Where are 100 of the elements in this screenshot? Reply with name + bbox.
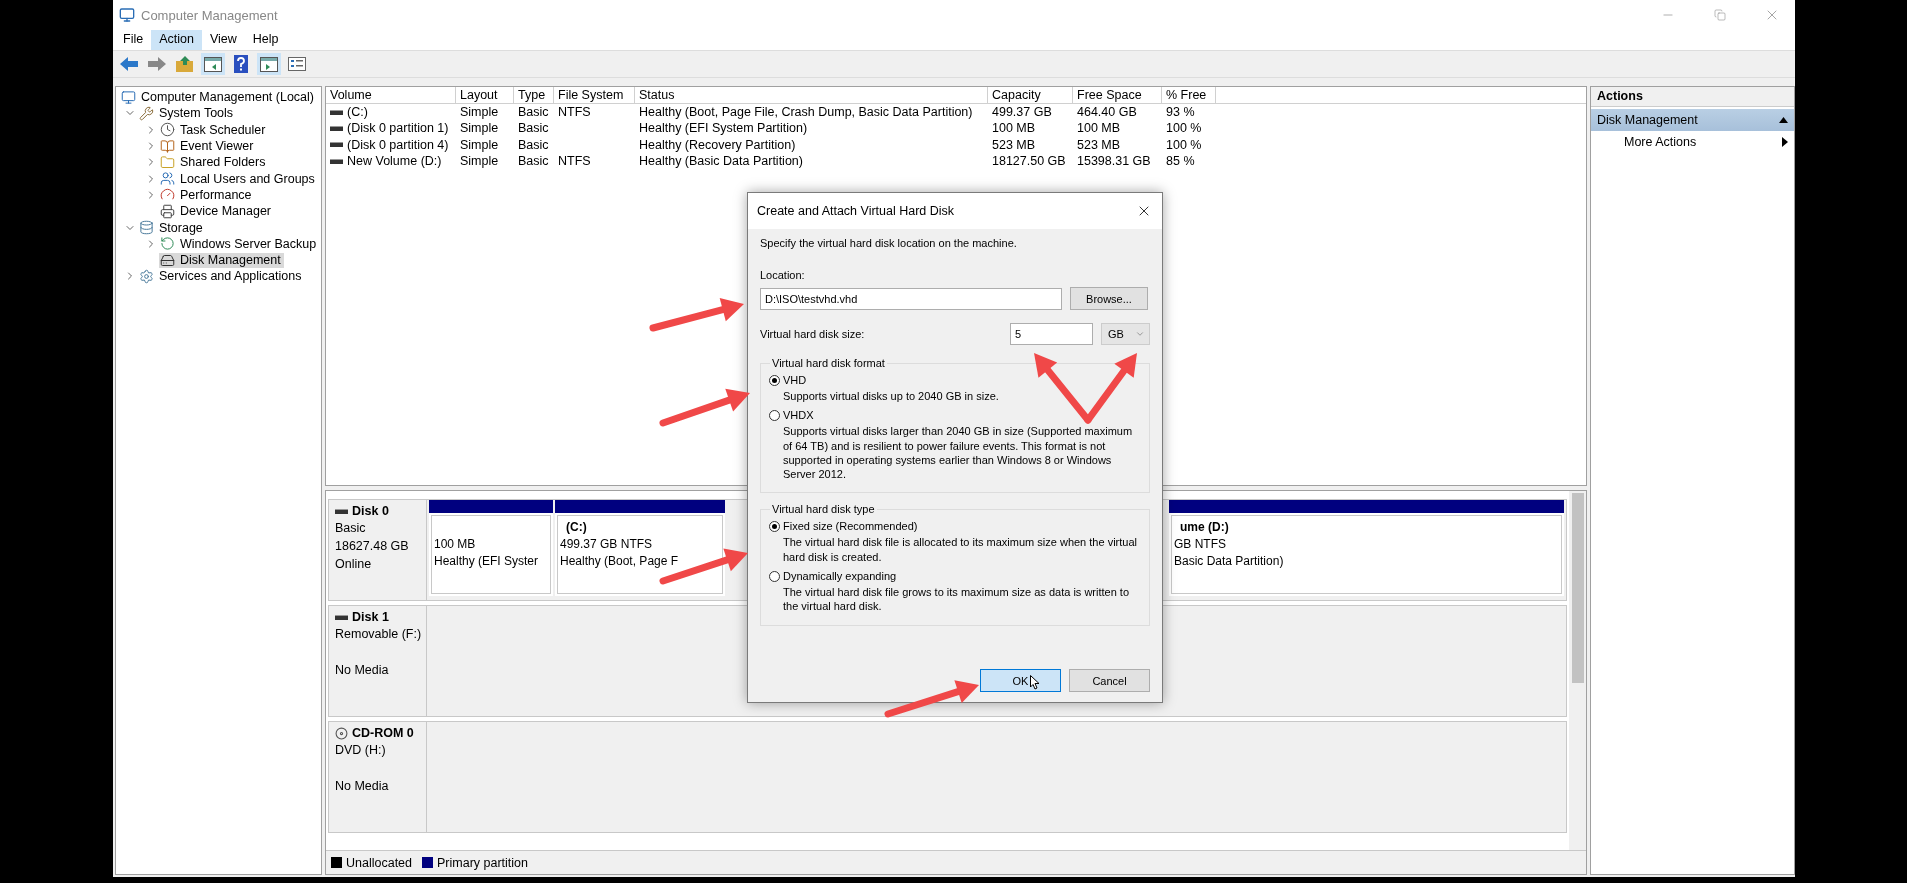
partition-text: GB NTFS [1174, 537, 1227, 552]
partition-block[interactable]: (C:) 499.37 GB NTFS Healthy (Boot, Page F [555, 500, 725, 596]
settings-icon [139, 268, 154, 284]
option-description: The virtual hard disk file grows to its maximum size as data is written to the virtual hard disk. [782, 585, 1130, 614]
tree-item[interactable]: Device Manager [159, 203, 274, 219]
dialog-title: Create and Attach Virtual Hard Disk [757, 204, 955, 218]
partition-title: (C:) [565, 520, 588, 535]
column-header[interactable]: Type [514, 87, 554, 104]
legend-item: Primary partition [422, 855, 528, 870]
printer-icon [160, 203, 175, 219]
tree-item[interactable]: Local Users and Groups [159, 171, 318, 187]
radio-option[interactable]: Fixed size (Recommended) [769, 520, 1141, 533]
app-icon [119, 7, 135, 23]
table-cell-text: 93 % [1165, 104, 1196, 121]
book-icon [160, 138, 175, 154]
partition-text: Healthy (EFI Syster [434, 554, 540, 569]
back-arrow-icon [120, 57, 138, 71]
table-cell-text: Simple [459, 104, 500, 121]
forward-arrow-icon [148, 57, 166, 71]
table-cell-text: 464.40 GB [1076, 104, 1138, 121]
restore-icon[interactable] [1714, 9, 1726, 21]
table-cell-text: Simple [459, 136, 500, 153]
column-header[interactable]: Capacity [988, 87, 1073, 104]
caret-icon [1135, 329, 1145, 339]
collapse-triangle-icon [1779, 117, 1788, 123]
partition-title: ume (D:) [1179, 520, 1230, 535]
tree-item[interactable]: Task Scheduler [159, 122, 269, 138]
drive-icon [330, 158, 343, 164]
radio-button[interactable] [769, 409, 780, 421]
location-label: Location: [760, 269, 806, 281]
tree-item[interactable]: Event Viewer [159, 138, 257, 154]
table-cell-text: NTFS [557, 153, 592, 170]
radio-option[interactable]: VHD [769, 374, 1141, 386]
disk-name: Disk 1 [335, 610, 420, 624]
toolbar-button[interactable] [257, 53, 281, 75]
mouse-pointer-icon [1029, 675, 1040, 690]
column-header[interactable]: Free Space [1073, 87, 1162, 104]
partition-block[interactable]: 100 MB Healthy (EFI Syster [429, 500, 553, 596]
tree-item[interactable]: Disk Management [159, 252, 284, 268]
size-field[interactable]: 5 [1010, 323, 1093, 345]
menu-item[interactable]: File [115, 30, 152, 50]
location-field[interactable]: D:\ISO\testvhd.vhd [760, 287, 1062, 310]
monitor-icon [121, 89, 136, 105]
menu-item[interactable]: Help [244, 30, 287, 50]
unit-dropdown[interactable]: GB [1101, 323, 1150, 345]
column-header[interactable]: Status [635, 87, 988, 104]
table-cell-text: Simple [459, 153, 500, 170]
action-item[interactable]: More Actions [1591, 131, 1794, 153]
partition-text: 100 MB [434, 537, 477, 552]
drive-icon [335, 508, 348, 514]
menu-item[interactable]: View [201, 30, 245, 50]
option-description: Supports virtual disks larger than 2040 GB in size (Supported maximum of 64 TB) and is resilient to power failure events. This format is not supported in operating systems earlier than Windows 8 or Windows Server 2012. [782, 424, 1134, 482]
table-cell-text: Basic [517, 104, 550, 121]
menu-item[interactable]: Action [151, 30, 202, 50]
table-cell-text: 18127.50 GB [991, 153, 1067, 170]
radio-option[interactable]: Dynamically expanding [769, 570, 1141, 583]
actions-header: Actions [1591, 87, 1794, 107]
tree-item[interactable]: System Tools [138, 105, 237, 121]
dialog-button[interactable]: Cancel [1069, 669, 1150, 692]
help-icon [234, 55, 248, 73]
tree-item[interactable]: Computer Management (Local) [120, 89, 317, 105]
disk-name: CD-ROM 0 [335, 726, 420, 740]
tree-item[interactable]: Storage [138, 220, 206, 235]
table-cell-text: 523 MB [991, 136, 1037, 153]
radio-button[interactable] [769, 570, 780, 582]
disk-status: No Media [335, 779, 390, 794]
table-cell-text: Basic [517, 120, 550, 137]
partition-block[interactable]: ume (D:) GB NTFS Basic Data Partition) [1169, 500, 1564, 596]
radio-button[interactable] [769, 374, 780, 386]
radio-option[interactable]: VHDX [769, 409, 1141, 422]
partition-text: Basic Data Partition) [1174, 554, 1285, 569]
column-header[interactable]: Layout [456, 87, 514, 104]
size-label: Virtual hard disk size: [760, 328, 866, 340]
disk-type: Basic [335, 521, 367, 536]
disk-type: DVD (H:) [335, 743, 387, 758]
tree-item[interactable]: Windows Server Backup [159, 236, 320, 252]
column-header[interactable]: Volume [326, 87, 456, 104]
browse-button[interactable]: Browse... [1070, 287, 1148, 310]
table-cell-text: 100 % [1165, 120, 1203, 137]
tree-item[interactable]: Performance [159, 187, 255, 203]
partition-text: Healthy (Boot, Page F [560, 554, 680, 569]
radio-button[interactable] [769, 521, 780, 532]
table-cell-text: Healthy (EFI System Partition) [638, 120, 809, 137]
table-cell-text: Basic [517, 136, 550, 153]
table-cell-text: 85 % [1165, 153, 1196, 170]
dialog-button[interactable]: OK [980, 669, 1061, 692]
group-title: Virtual hard disk format [770, 357, 887, 369]
scrollbar[interactable] [1569, 491, 1586, 850]
tree-item[interactable]: Shared Folders [159, 154, 269, 170]
tree-item[interactable]: Services and Applications [138, 268, 305, 284]
disk-name: Disk 0 [335, 504, 420, 518]
toolbar-button[interactable] [201, 53, 225, 75]
column-header[interactable]: File System [554, 87, 635, 104]
table-cell-text: NTFS [557, 104, 592, 121]
instruction-text: Specify the virtual hard disk location on the machine. [760, 237, 1018, 249]
legend-item: Unallocated [331, 855, 412, 870]
actions-section[interactable]: Disk Management [1591, 109, 1794, 131]
table-cell-text: 15398.31 GB [1076, 153, 1152, 170]
column-header[interactable]: % Free [1162, 87, 1216, 104]
option-description: Supports virtual disks up to 2040 GB in size. [782, 389, 1000, 404]
